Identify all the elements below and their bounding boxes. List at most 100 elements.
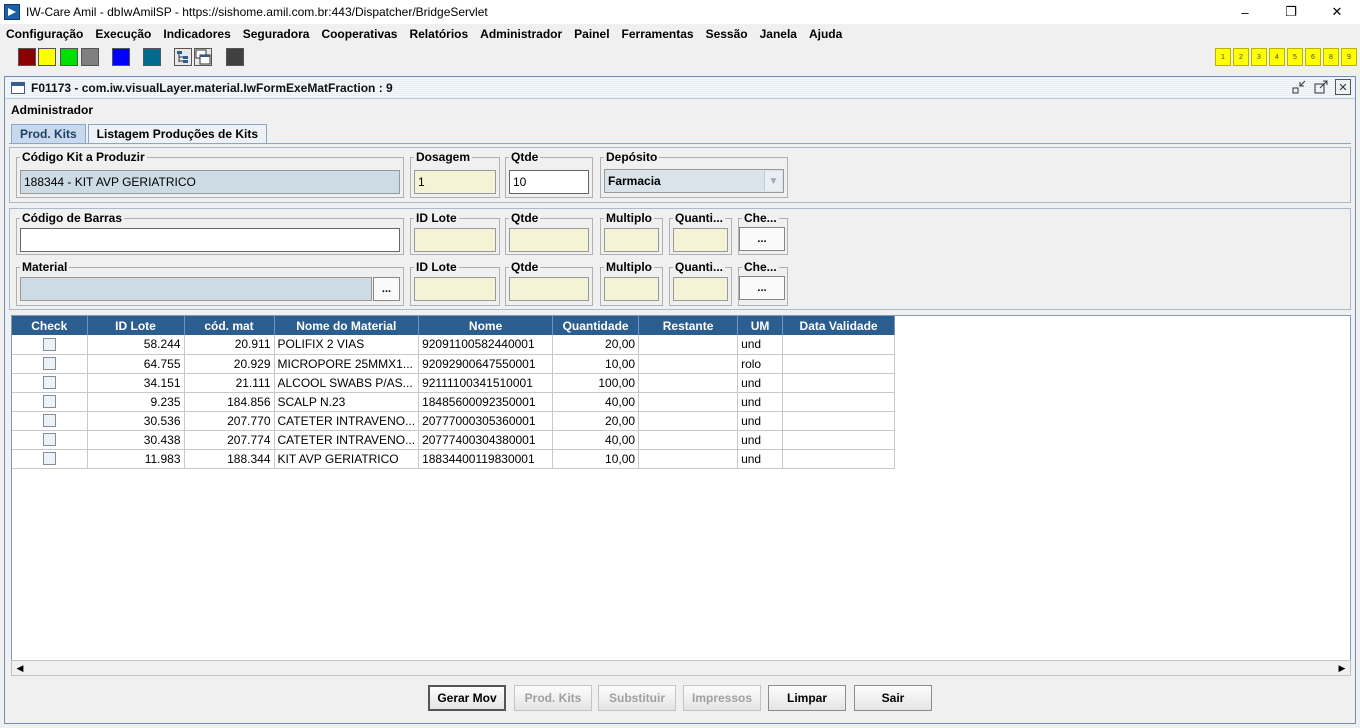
row-checkbox-cell[interactable] [12, 430, 88, 450]
barcode-input[interactable] [20, 228, 400, 252]
table-row[interactable]: 64.755 20.929 MICROPORE 25MMX1... 920929… [12, 354, 896, 374]
col-quantidade[interactable]: Quantidade [552, 316, 640, 335]
frame-close-icon[interactable]: ✕ [1335, 79, 1351, 95]
menu-configuracao[interactable]: Configuração [6, 27, 83, 41]
limpar-button[interactable]: Limpar [768, 685, 846, 711]
tab-prod-kits[interactable]: Prod. Kits [11, 124, 86, 143]
substituir-button[interactable]: Substituir [598, 685, 676, 711]
row-checkbox-cell[interactable] [12, 411, 88, 431]
menu-ferramentas[interactable]: Ferramentas [622, 27, 694, 41]
tree-icon[interactable] [174, 48, 192, 66]
cell-quantidade: 40,00 [552, 392, 640, 412]
window-title-bar: IW-Care Amil - dbIwAmilSP - https://sish… [0, 0, 1360, 24]
color-swatch-gray[interactable] [81, 48, 99, 66]
barcode-multiplo-label: Multiplo [606, 211, 652, 225]
horizontal-scrollbar[interactable]: ◀ ▶ [11, 660, 1351, 676]
row-checkbox[interactable] [42, 414, 56, 427]
col-um[interactable]: UM [737, 316, 784, 335]
cell-um: und [737, 449, 784, 469]
table-row[interactable]: 30.438 207.774 CATETER INTRAVENO... 2077… [12, 430, 896, 450]
material-label: Material [22, 260, 68, 274]
menu-sessao[interactable]: Sessão [706, 27, 748, 41]
menu-indicadores[interactable]: Indicadores [163, 27, 230, 41]
col-id-lote[interactable]: ID Lote [87, 316, 185, 335]
row-checkbox-cell[interactable] [12, 392, 88, 412]
row-checkbox[interactable] [42, 452, 56, 465]
row-checkbox-cell[interactable] [12, 373, 88, 393]
material-lookup-button[interactable]: ... [373, 277, 400, 301]
menu-janela[interactable]: Janela [760, 27, 797, 41]
windows-icon[interactable] [194, 48, 212, 66]
minimize-button[interactable]: – [1222, 0, 1268, 24]
row-checkbox[interactable] [42, 433, 56, 446]
restore-button[interactable]: ❐ [1268, 0, 1314, 24]
col-nome[interactable]: Nome [418, 316, 554, 335]
table-row[interactable]: 34.151 21.111 ALCOOL SWABS P/AS... 92111… [12, 373, 896, 393]
window-slot-5[interactable]: 5 [1287, 48, 1303, 66]
barcode-che-button[interactable]: ... [739, 227, 785, 251]
close-button[interactable]: ✕ [1314, 0, 1360, 24]
col-nome-material[interactable]: Nome do Material [274, 316, 420, 335]
chevron-down-icon[interactable]: ▼ [764, 171, 782, 191]
col-cod-mat[interactable]: cód. mat [184, 316, 275, 335]
scroll-left-icon[interactable]: ◀ [12, 661, 28, 675]
row-checkbox[interactable] [42, 376, 56, 389]
row-checkbox-cell[interactable] [12, 354, 88, 374]
row-checkbox[interactable] [42, 357, 56, 370]
color-swatch-teal[interactable] [143, 48, 161, 66]
table-row[interactable]: 30.536 207.770 CATETER INTRAVENO... 2077… [12, 411, 896, 431]
deposito-select[interactable]: Farmacia ▼ [604, 169, 784, 193]
col-data-validade[interactable]: Data Validade [782, 316, 896, 335]
cell-data-validade [782, 392, 896, 412]
frame-minimize-icon[interactable] [1291, 79, 1307, 95]
window-slot-8[interactable]: 8 [1323, 48, 1339, 66]
window-slot-2[interactable]: 2 [1233, 48, 1249, 66]
menu-execucao[interactable]: Execução [95, 27, 151, 41]
menu-ajuda[interactable]: Ajuda [809, 27, 842, 41]
table-row[interactable]: 11.983 188.344 KIT AVP GERIATRICO 188344… [12, 449, 896, 469]
row-checkbox-cell[interactable] [12, 449, 88, 469]
window-slot-9[interactable]: 9 [1341, 48, 1357, 66]
col-restante[interactable]: Restante [638, 316, 739, 335]
dosagem-field[interactable]: 1 [414, 170, 496, 194]
color-swatch-green[interactable] [60, 48, 78, 66]
cell-cod-mat: 188.344 [184, 449, 275, 469]
impressos-button[interactable]: Impressos [683, 685, 761, 711]
table-row[interactable]: 9.235 184.856 SCALP N.23 184856000923500… [12, 392, 896, 412]
menu-cooperativas[interactable]: Cooperativas [321, 27, 397, 41]
color-swatch-yellow[interactable] [38, 48, 56, 66]
window-slot-6[interactable]: 6 [1305, 48, 1321, 66]
material-qtde-label: Qtde [511, 260, 539, 274]
window-slot-4[interactable]: 4 [1269, 48, 1285, 66]
kit-code-field[interactable]: 188344 - KIT AVP GERIATRICO [20, 170, 400, 194]
barcode-quanti-label: Quanti... [675, 211, 723, 225]
window-slot-3[interactable]: 3 [1251, 48, 1267, 66]
row-checkbox[interactable] [42, 337, 56, 351]
row-checkbox[interactable] [42, 395, 56, 408]
row-checkbox-cell[interactable] [12, 335, 88, 355]
qtde-input[interactable]: 10 [509, 170, 589, 194]
material-che-button[interactable]: ... [739, 276, 785, 300]
scroll-right-icon[interactable]: ▶ [1334, 661, 1350, 675]
cell-restante [638, 411, 739, 431]
window-slot-1[interactable]: 1 [1215, 48, 1231, 66]
sair-button[interactable]: Sair [854, 685, 932, 711]
menu-relatorios[interactable]: Relatórios [409, 27, 468, 41]
col-check[interactable]: Check [12, 316, 88, 335]
menu-painel[interactable]: Painel [574, 27, 609, 41]
color-swatch-darkgray[interactable] [226, 48, 244, 66]
menu-seguradora[interactable]: Seguradora [243, 27, 310, 41]
frame-maximize-icon[interactable] [1313, 79, 1329, 95]
color-swatch-darkred[interactable] [18, 48, 36, 66]
material-field[interactable] [20, 277, 372, 301]
cell-um: und [737, 335, 784, 355]
menu-administrador[interactable]: Administrador [480, 27, 562, 41]
gerar-mov-button[interactable]: Gerar Mov [428, 685, 506, 711]
cell-quantidade: 40,00 [552, 430, 640, 450]
color-swatch-blue[interactable] [112, 48, 130, 66]
cell-nome: 92091100582440001 [418, 335, 554, 355]
tab-listagem-producoes[interactable]: Listagem Produções de Kits [87, 124, 268, 143]
table-row[interactable]: 58.244 20.911 POLIFIX 2 VIAS 92091100582… [12, 335, 896, 355]
prod-kits-button[interactable]: Prod. Kits [514, 685, 592, 711]
cell-nome: 20777000305360001 [418, 411, 554, 431]
